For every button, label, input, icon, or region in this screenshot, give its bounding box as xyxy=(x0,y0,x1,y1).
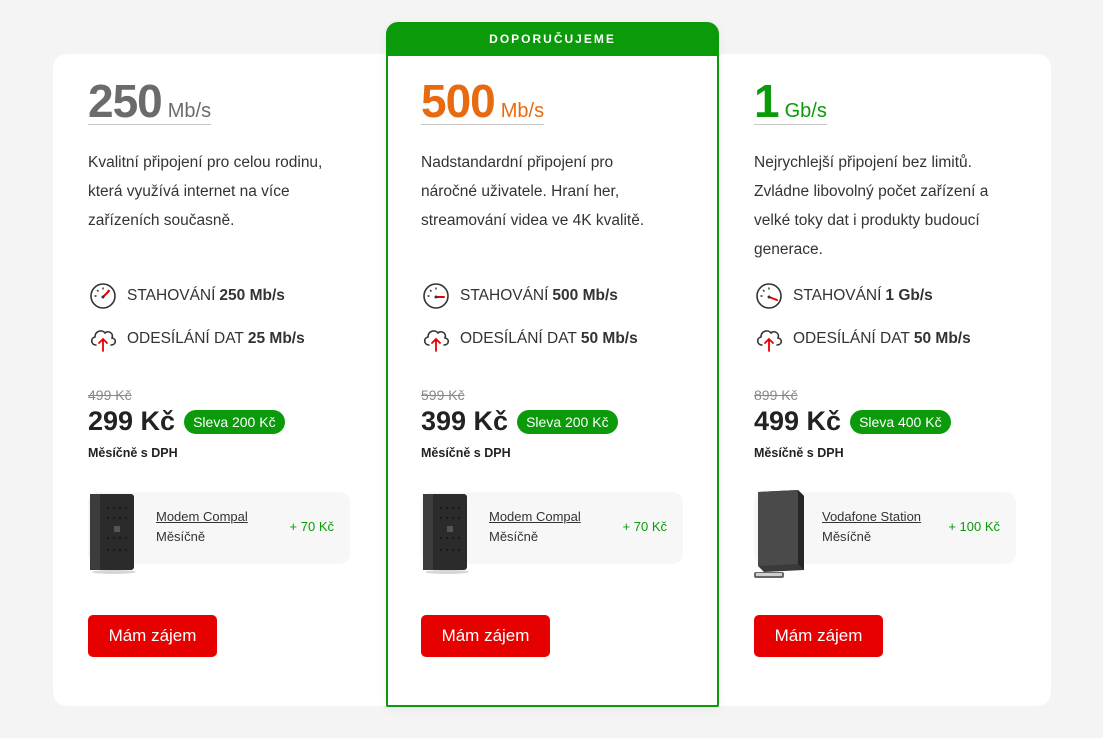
speed-unit: Mb/s xyxy=(500,100,545,122)
plan-card-250: 250 Mb/s Kvalitní připojení pro celou ro… xyxy=(53,54,386,706)
download-feature: STAHOVÁNÍ 500 Mb/s xyxy=(421,281,618,311)
price-row: 499 Kč Sleva 400 Kč xyxy=(754,406,951,437)
old-price: 499 Kč xyxy=(88,387,132,403)
speedometer-icon xyxy=(90,283,116,309)
device-price: + 70 Kč xyxy=(289,519,334,534)
vodafone-station-image xyxy=(754,490,804,578)
download-label: STAHOVÁNÍ xyxy=(460,287,549,304)
discount-badge: Sleva 200 Kč xyxy=(517,409,618,434)
interest-button[interactable]: Mám zájem xyxy=(88,615,217,657)
download-feature: STAHOVÁNÍ 1 Gb/s xyxy=(754,281,933,311)
price-row: 299 Kč Sleva 200 Kč xyxy=(88,406,285,437)
cloud-upload-icon xyxy=(90,330,117,352)
upload-label: ODESÍLÁNÍ DAT xyxy=(127,330,244,347)
plan-description: Nadstandardní připojení pro náročné uživ… xyxy=(421,154,645,229)
download-value: 500 Mb/s xyxy=(552,287,618,304)
speedometer-icon xyxy=(756,283,782,309)
cloud-upload-icon xyxy=(423,330,450,352)
current-price: 299 Kč xyxy=(88,406,176,436)
device-name-link[interactable]: Modem Compal xyxy=(489,509,581,524)
device-period: Měsíčně xyxy=(156,529,206,544)
discount-badge: Sleva 400 Kč xyxy=(850,409,951,434)
upload-value: 50 Mb/s xyxy=(913,330,971,347)
download-label: STAHOVÁNÍ xyxy=(127,287,216,304)
device-price: + 70 Kč xyxy=(622,519,667,534)
modem-device-image xyxy=(423,494,469,574)
upload-value: 50 Mb/s xyxy=(580,330,638,347)
device-period: Měsíčně xyxy=(489,529,539,544)
price-period: Měsíčně s DPH xyxy=(421,446,511,460)
cloud-upload-icon xyxy=(756,330,783,352)
price-row: 399 Kč Sleva 200 Kč xyxy=(421,406,618,437)
old-price: 899 Kč xyxy=(754,387,798,403)
upload-value: 25 Mb/s xyxy=(247,330,305,347)
modem-device-image xyxy=(90,494,136,574)
upload-feature: ODESÍLÁNÍ DAT 50 Mb/s xyxy=(754,324,971,354)
device-name-link[interactable]: Modem Compal xyxy=(156,509,248,524)
device-addon: Modem Compal Měsíčně + 70 Kč xyxy=(88,492,350,574)
speed-unit: Gb/s xyxy=(784,100,827,122)
speed-number: 500 xyxy=(421,75,496,127)
plan-speed: 500 Mb/s xyxy=(421,75,545,127)
discount-badge: Sleva 200 Kč xyxy=(184,409,285,434)
download-value: 250 Mb/s xyxy=(219,287,285,304)
plan-speed: 1 Gb/s xyxy=(754,78,827,125)
device-period: Měsíčně xyxy=(822,529,872,544)
upload-label: ODESÍLÁNÍ DAT xyxy=(460,330,577,347)
device-addon: Vodafone Station Měsíčně + 100 Kč xyxy=(754,490,1016,578)
plan-card-500: DOPORUČUJEME 500 Mb/s Nadstandardní přip… xyxy=(386,22,719,707)
current-price: 499 Kč xyxy=(754,406,842,436)
old-price: 599 Kč xyxy=(421,387,465,403)
speed-number: 1 xyxy=(754,75,780,127)
interest-button[interactable]: Mám zájem xyxy=(754,615,883,657)
current-price: 399 Kč xyxy=(421,406,509,436)
speed-number: 250 xyxy=(88,75,163,127)
device-name-link[interactable]: Vodafone Station xyxy=(822,509,921,524)
price-period: Měsíčně s DPH xyxy=(754,446,844,460)
upload-feature: ODESÍLÁNÍ DAT 50 Mb/s xyxy=(421,324,638,354)
plan-description: Nejrychlejší připojení bez limitů. Zvlád… xyxy=(754,154,989,258)
plan-card-1gb: 1 Gb/s Nejrychlejší připojení bez limitů… xyxy=(719,54,1052,706)
plan-speed: 250 Mb/s xyxy=(88,75,212,127)
upload-label: ODESÍLÁNÍ DAT xyxy=(793,330,910,347)
download-label: STAHOVÁNÍ xyxy=(793,287,882,304)
plan-description: Kvalitní připojení pro celou rodinu, kte… xyxy=(88,154,323,229)
upload-feature: ODESÍLÁNÍ DAT 25 Mb/s xyxy=(88,324,305,354)
download-value: 1 Gb/s xyxy=(885,287,933,304)
price-period: Měsíčně s DPH xyxy=(88,446,178,460)
speed-unit: Mb/s xyxy=(167,100,212,122)
download-feature: STAHOVÁNÍ 250 Mb/s xyxy=(88,281,285,311)
speedometer-icon xyxy=(423,283,449,309)
device-price: + 100 Kč xyxy=(948,519,1000,534)
device-addon: Modem Compal Měsíčně + 70 Kč xyxy=(421,492,683,574)
interest-button[interactable]: Mám zájem xyxy=(421,615,550,657)
